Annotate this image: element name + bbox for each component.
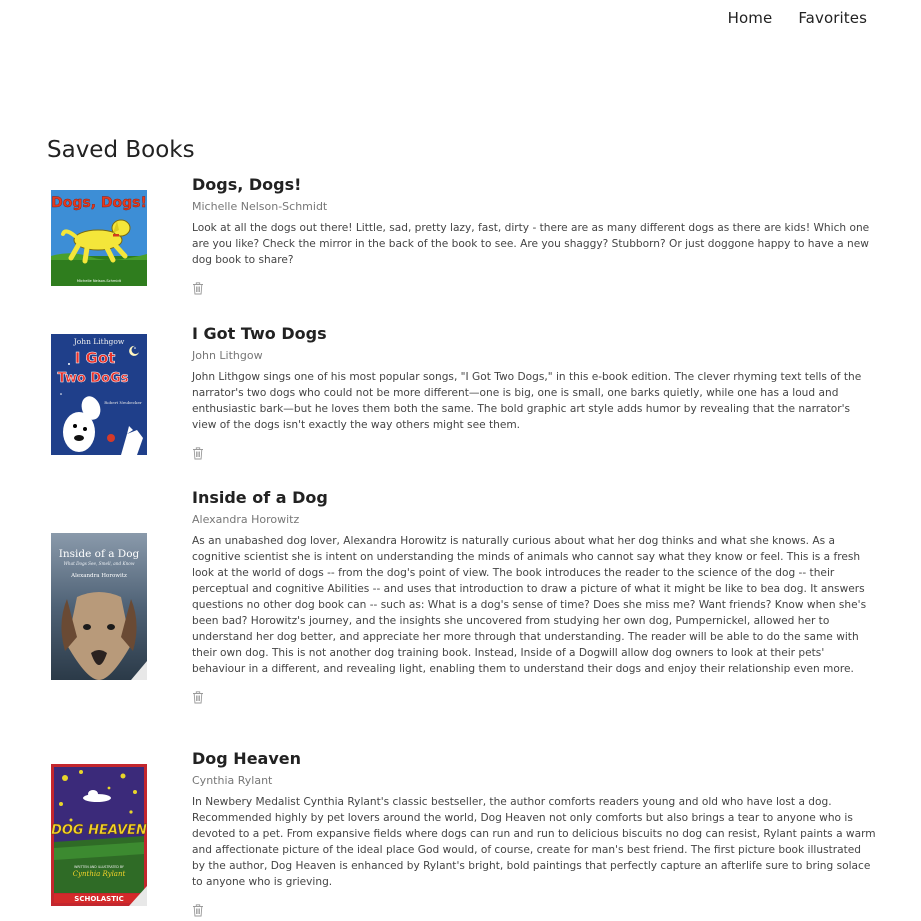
cover-title-line2: Two DoGs — [57, 371, 128, 386]
book-cover: Inside of a Dog What Dogs See, Smell, an… — [51, 533, 147, 680]
book-author: Cynthia Rylant — [192, 774, 273, 787]
book-info: Inside of a Dog Alexandra Horowitz As an… — [192, 488, 877, 704]
cover-subtitle: What Dogs See, Smell, and Know — [64, 561, 135, 566]
trash-icon[interactable] — [192, 446, 204, 460]
trash-icon[interactable] — [192, 690, 204, 704]
book-title: Inside of a Dog — [192, 488, 328, 507]
book-cover: John Lithgow I Got Two DoGs Robert Neube… — [51, 334, 147, 455]
trash-icon[interactable] — [192, 903, 204, 917]
book-description: John Lithgow sings one of his most popul… — [192, 371, 862, 431]
cover-publisher: SCHOLASTIC — [74, 895, 123, 903]
book-description: Look at all the dogs out there! Little, … — [192, 222, 870, 266]
book-cover-image: DOG HEAVEN WRITTEN AND ILLUSTRATED BY Cy… — [51, 764, 147, 906]
cover-title: Inside of a Dog — [59, 548, 140, 560]
book-title: Dog Heaven — [192, 749, 302, 768]
cover-author: Alexandra Horowitz — [70, 573, 127, 579]
book-info: I Got Two Dogs John Lithgow John Lithgow… — [192, 324, 877, 460]
book-description: In Newbery Medalist Cynthia Rylant's cla… — [192, 796, 876, 888]
nav-home-link[interactable]: Home — [728, 9, 773, 27]
book-cover-image: John Lithgow I Got Two DoGs Robert Neube… — [51, 334, 147, 455]
book-author: Alexandra Horowitz — [192, 513, 300, 526]
cover-author: Michelle Nelson-Schmidt — [77, 279, 122, 283]
cover-title: Dogs, Dogs! — [51, 195, 147, 211]
cover-illustrator: Robert Neubecker — [104, 400, 142, 405]
book-info: Dogs, Dogs! Michelle Nelson-Schmidt Look… — [192, 175, 877, 295]
book-cover-image: Inside of a Dog What Dogs See, Smell, an… — [51, 533, 147, 680]
book-cover-image: Dogs, Dogs! Michelle Nelson-Schmidt — [51, 190, 147, 286]
book-info: Dog Heaven Cynthia Rylant In Newbery Med… — [192, 749, 877, 917]
trash-icon[interactable] — [192, 281, 204, 295]
cover-title-line1: I Got — [75, 349, 116, 367]
cover-author: Cynthia Rylant — [73, 870, 126, 878]
nav-favorites-link[interactable]: Favorites — [798, 9, 867, 27]
book-cover: DOG HEAVEN WRITTEN AND ILLUSTRATED BY Cy… — [51, 764, 147, 906]
cover-title: DOG HEAVEN — [51, 823, 147, 838]
top-nav: Home Favorites — [728, 9, 867, 27]
cover-byline: WRITTEN AND ILLUSTRATED BY — [74, 865, 124, 869]
cover-author: John Lithgow — [73, 337, 125, 346]
book-title: Dogs, Dogs! — [192, 175, 302, 194]
book-title: I Got Two Dogs — [192, 324, 327, 343]
book-author: John Lithgow — [192, 349, 263, 362]
page-title: Saved Books — [47, 137, 195, 163]
book-cover: Dogs, Dogs! Michelle Nelson-Schmidt — [51, 190, 147, 286]
book-author: Michelle Nelson-Schmidt — [192, 200, 328, 213]
book-description: As an unabashed dog lover, Alexandra Hor… — [192, 535, 867, 675]
